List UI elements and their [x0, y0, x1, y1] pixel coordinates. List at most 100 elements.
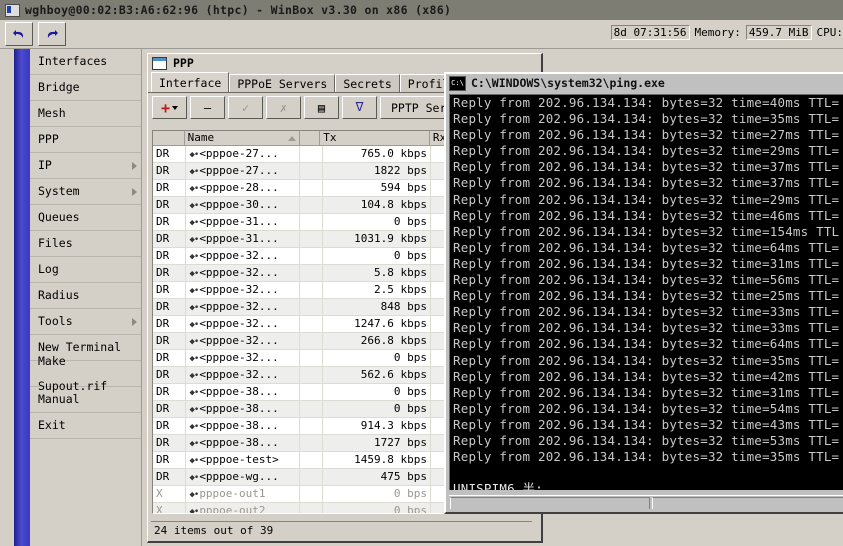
memory-label: Memory:	[694, 25, 741, 39]
row-interface-name-label: <pppoe-38...	[199, 436, 279, 449]
row-tx-rate: 848 bps	[323, 299, 432, 315]
console-line: Reply from 202.96.134.134: bytes=32 time…	[453, 400, 840, 416]
console-line: Reply from 202.96.134.134: bytes=32 time…	[453, 111, 840, 127]
row-type	[300, 333, 323, 349]
filter-funnel-icon: ∇	[355, 100, 364, 115]
row-type	[300, 163, 323, 179]
row-interface-name: ◆•<pppoe-32...	[186, 248, 301, 264]
tab-pppoe-servers[interactable]: PPPoE Servers	[229, 74, 336, 93]
interface-link-icon: ◆•	[189, 439, 199, 449]
row-type	[300, 367, 323, 383]
sort-ascending-icon	[288, 135, 297, 141]
sidebar-item-label: Queues	[38, 210, 80, 224]
interface-link-icon: ◆•	[189, 235, 199, 245]
sidebar-item-tools[interactable]: Tools	[30, 309, 141, 335]
row-interface-name-label: <pppoe-32...	[199, 368, 279, 381]
row-interface-name-label: <pppoe-32...	[199, 317, 279, 330]
sidebar-item-bridge[interactable]: Bridge	[30, 75, 141, 101]
winbox-title-text: wghboy@00:02:B3:A6:62:96 (htpc) - WinBox…	[25, 3, 452, 17]
sidebar-menu: Interfaces Bridge Mesh PPP IP System Queues Fil…	[30, 49, 141, 439]
row-tx-rate: 1459.8 kbps	[323, 452, 432, 468]
sidebar-item-radius[interactable]: Radius	[30, 283, 141, 309]
row-interface-name: ◆•<pppoe-28...	[186, 180, 301, 196]
row-tx-rate: 0 bps	[323, 248, 432, 264]
comment-button[interactable]: ▤	[304, 96, 339, 119]
ppp-window-title: PPP	[173, 56, 194, 70]
row-tx-rate: 0 bps	[323, 214, 432, 230]
sidebar-item-manual[interactable]: Manual	[30, 387, 141, 413]
sidebar-item-system[interactable]: System	[30, 179, 141, 205]
sidebar-item-label: Bridge	[38, 80, 80, 94]
add-button[interactable]: +	[152, 96, 187, 119]
row-flags: DR	[153, 282, 187, 298]
sidebar-item-interfaces[interactable]: Interfaces	[30, 49, 141, 75]
row-flags: DR	[153, 401, 187, 417]
row-type	[300, 435, 323, 451]
row-flags: DR	[153, 299, 187, 315]
column-header-flags[interactable]	[153, 131, 185, 145]
console-title-text: C:\WINDOWS\system32\ping.exe	[471, 76, 665, 90]
column-header-name[interactable]: Name	[185, 131, 301, 145]
sidebar-item-label: System	[38, 184, 80, 198]
sidebar-item-log[interactable]: Log	[30, 257, 141, 283]
disable-button[interactable]: ✗	[266, 96, 301, 119]
column-header-tx[interactable]: Tx	[320, 131, 430, 145]
tab-interface[interactable]: Interface	[151, 72, 230, 93]
row-interface-name: ◆•<pppoe-32...	[186, 367, 301, 383]
console-line: Reply from 202.96.134.134: bytes=32 time…	[453, 304, 840, 320]
console-line: Reply from 202.96.134.134: bytes=32 time…	[453, 223, 840, 239]
interface-link-icon: ◆•	[189, 490, 199, 500]
sidebar-item-ip[interactable]: IP	[30, 153, 141, 179]
row-interface-name: ◆•<pppoe-27...	[186, 146, 301, 162]
console-line: Reply from 202.96.134.134: bytes=32 time…	[453, 272, 840, 288]
row-tx-rate: 104.8 kbps	[323, 197, 432, 213]
row-interface-name: ◆•<pppoe-30...	[186, 197, 301, 213]
interface-link-icon: ◆•	[189, 184, 199, 194]
sidebar-item-files[interactable]: Files	[30, 231, 141, 257]
row-interface-name-label: <pppoe-31...	[199, 215, 279, 228]
row-type	[300, 214, 323, 230]
console-status-segment	[450, 497, 650, 509]
row-interface-name-label: <pppoe-30...	[199, 198, 279, 211]
sidebar-item-make-supout-rif[interactable]: Make Supout.rif	[30, 354, 141, 393]
interface-link-icon: ◆•	[189, 371, 199, 381]
row-interface-name-label: <pppoe-28...	[199, 181, 279, 194]
remove-button[interactable]: –	[190, 96, 225, 119]
row-interface-name: ◆•<pppoe-wg...	[186, 469, 301, 485]
row-flags: DR	[153, 469, 187, 485]
undo-arrow-icon	[13, 30, 24, 38]
console-line: Reply from 202.96.134.134: bytes=32 time…	[453, 191, 840, 207]
ppp-status-bar: 24 items out of 39	[151, 521, 532, 538]
row-type	[300, 316, 323, 332]
column-header-type[interactable]	[300, 131, 321, 145]
redo-button[interactable]	[38, 22, 66, 46]
sidebar-item-queues[interactable]: Queues	[30, 205, 141, 231]
row-interface-name-label: pppoe-out2	[199, 504, 266, 514]
console-output[interactable]: Reply from 202.96.134.134: bytes=32 time…	[449, 94, 843, 490]
sidebar-item-mesh[interactable]: Mesh	[30, 101, 141, 127]
row-interface-name: ◆•<pppoe-32...	[186, 282, 301, 298]
row-interface-name-label: <pppoe-32...	[199, 300, 279, 313]
enable-button[interactable]: ✓	[228, 96, 263, 119]
row-interface-name-label: <pppoe-32...	[199, 351, 279, 364]
row-flags: X	[153, 486, 187, 502]
interface-link-icon: ◆•	[189, 303, 199, 313]
sidebar-item-label: Mesh	[38, 106, 66, 120]
row-interface-name-label: <pppoe-32...	[199, 283, 279, 296]
tab-secrets[interactable]: Secrets	[335, 74, 400, 93]
undo-button[interactable]	[5, 22, 33, 46]
interface-link-icon: ◆•	[189, 337, 199, 347]
console-line: Reply from 202.96.134.134: bytes=32 time…	[453, 159, 840, 175]
console-line: Reply from 202.96.134.134: bytes=32 time…	[453, 255, 840, 271]
winbox-status-strip: 8d 07:31:56 Memory: 459.7 MiB CPU:	[610, 24, 843, 40]
console-line: Reply from 202.96.134.134: bytes=32 time…	[453, 384, 840, 400]
sidebar-item-exit[interactable]: Exit	[30, 413, 141, 439]
console-window: C:\ C:\WINDOWS\system32\ping.exe Reply f…	[444, 72, 843, 514]
filter-button[interactable]: ∇	[342, 96, 377, 119]
sidebar-item-ppp[interactable]: PPP	[30, 127, 141, 153]
row-tx-rate: 5.8 kbps	[323, 265, 432, 281]
redo-arrow-icon	[47, 30, 58, 38]
console-line: Reply from 202.96.134.134: bytes=32 time…	[453, 207, 840, 223]
row-flags: DR	[153, 231, 187, 247]
